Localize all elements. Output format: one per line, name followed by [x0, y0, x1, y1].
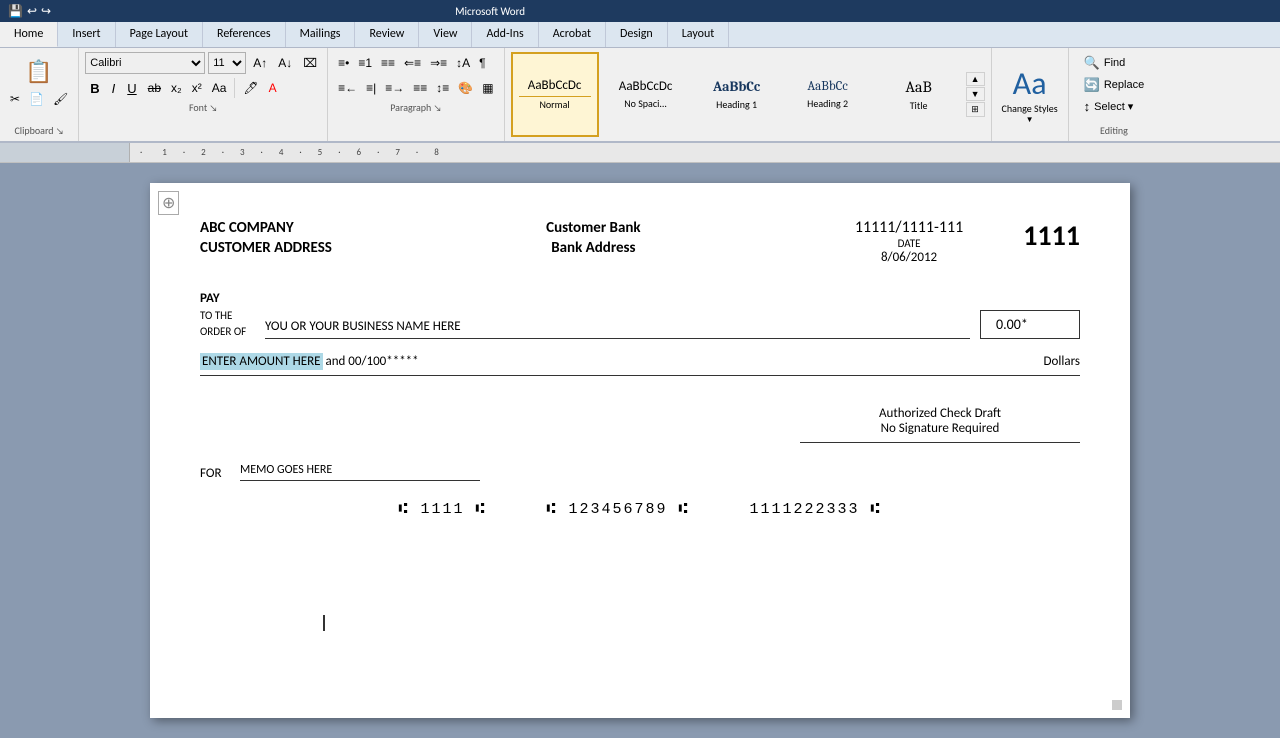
font-shrink-btn[interactable]: A↓: [274, 52, 296, 74]
dollars-label: Dollars: [1044, 354, 1080, 369]
text-cursor: [323, 615, 325, 631]
routing-number: 11111/1111-111: [855, 218, 963, 237]
for-label: FOR: [200, 466, 230, 481]
styles-down-btn[interactable]: ▼: [966, 87, 985, 101]
tab-design[interactable]: Design: [606, 22, 668, 47]
check-number: 1111: [1023, 218, 1080, 253]
tab-home[interactable]: Home: [0, 22, 58, 47]
align-left-btn[interactable]: ≡←: [334, 77, 361, 99]
decrease-indent-btn[interactable]: ⇐≡: [400, 52, 425, 74]
micr-line: ⑆ 1111 ⑆ ⑆ 123456789 ⑆ 1111222333 ⑆: [200, 501, 1080, 518]
micr-right: 1111222333 ⑆: [750, 501, 882, 518]
authorized-line1: Authorized Check Draft: [800, 406, 1080, 421]
memo-line[interactable]: MEMO GOES HERE: [240, 463, 480, 481]
styles-more-btn[interactable]: ⊞: [966, 102, 985, 117]
style-normal[interactable]: AaBbCcDc Normal: [511, 52, 599, 137]
superscript-btn[interactable]: x²: [188, 77, 206, 99]
style-heading1[interactable]: AaBbCc Heading 1: [693, 52, 781, 137]
replace-btn[interactable]: 🔄 Replace: [1077, 74, 1152, 96]
paragraph-group-label: Paragraph ↘: [334, 101, 497, 114]
font-size-select[interactable]: 11: [208, 52, 246, 74]
replace-icon: 🔄: [1084, 77, 1100, 93]
find-icon: 🔍: [1084, 55, 1100, 71]
micr-middle: ⑆ 123456789 ⑆: [546, 501, 689, 518]
payee-line[interactable]: YOU OR YOUR BUSINESS NAME HERE: [265, 319, 970, 339]
align-right-btn[interactable]: ≡→: [381, 77, 408, 99]
increase-indent-btn[interactable]: ⇒≡: [426, 52, 451, 74]
font-case-btn[interactable]: Aa: [208, 77, 231, 99]
check-document: ⊕ ABC COMPANY CUSTOMER ADDRESS Customer …: [150, 183, 1130, 718]
justify-btn[interactable]: ≡≡: [409, 77, 431, 99]
italic-btn[interactable]: I: [107, 77, 121, 99]
tab-acrobat[interactable]: Acrobat: [539, 22, 606, 47]
tab-review[interactable]: Review: [355, 22, 419, 47]
borders-btn[interactable]: ▦: [478, 77, 497, 99]
tab-addins[interactable]: Add-Ins: [472, 22, 538, 47]
ruler: · 1 · 2 · 3 · 4 · 5 · 6 · 7 · 8: [130, 147, 1280, 158]
bullet-list-btn[interactable]: ≡•: [334, 52, 353, 74]
style-no-spacing[interactable]: AaBbCcDc No Spaci...: [602, 52, 690, 137]
tab-references[interactable]: References: [203, 22, 286, 47]
clear-format-btn[interactable]: ⌧: [299, 52, 321, 74]
pay-label: PAY TO THE ORDER OF: [200, 290, 255, 339]
undo-icon[interactable]: ↩: [27, 4, 37, 19]
resize-handle[interactable]: [1112, 700, 1122, 710]
change-styles-icon: Aa: [1013, 64, 1047, 103]
change-styles-btn[interactable]: Aa Change Styles ▼: [992, 48, 1069, 141]
font-name-select[interactable]: Calibri: [85, 52, 205, 74]
show-marks-btn[interactable]: ¶: [475, 52, 489, 74]
clipboard-label: Clipboard ↘: [6, 124, 72, 137]
bank-name: Customer Bank: [546, 218, 640, 239]
paste-btn[interactable]: 📋: [6, 56, 72, 88]
tab-insert[interactable]: Insert: [58, 22, 115, 47]
amount-words[interactable]: ENTER AMOUNT HERE and 00/100*****: [200, 354, 1034, 369]
sort-btn[interactable]: ↕A: [452, 52, 474, 74]
change-styles-label: Change Styles: [1002, 103, 1058, 115]
move-handle[interactable]: ⊕: [158, 191, 179, 215]
bold-btn[interactable]: B: [85, 77, 104, 99]
find-btn[interactable]: 🔍 Find: [1077, 52, 1152, 74]
styles-up-btn[interactable]: ▲: [966, 72, 985, 86]
amount-box[interactable]: 0.00*: [980, 310, 1080, 339]
numbered-list-btn[interactable]: ≡1: [354, 52, 376, 74]
align-center-btn[interactable]: ≡|: [362, 77, 380, 99]
line-spacing-btn[interactable]: ↕≡: [432, 77, 453, 99]
font-grow-btn[interactable]: A↑: [249, 52, 271, 74]
tab-mailings[interactable]: Mailings: [286, 22, 356, 47]
clipboard-group: 📋 ✂ 📄 🖌: [6, 56, 72, 108]
font-color-btn[interactable]: A: [265, 77, 281, 99]
company-name: ABC COMPANY: [200, 218, 332, 239]
authorized-section: Authorized Check Draft No Signature Requ…: [800, 406, 1080, 443]
tab-layout[interactable]: Layout: [668, 22, 730, 47]
authorized-line2: No Signature Required: [800, 421, 1080, 436]
micr-left: ⑆ 1111 ⑆: [398, 501, 486, 518]
cut-btn[interactable]: ✂: [6, 90, 24, 108]
amount-rest: and 00/100*****: [323, 354, 419, 369]
date-value: 8/06/2012: [855, 250, 963, 265]
select-btn[interactable]: ↕ Select ▾: [1077, 96, 1152, 117]
amount-highlighted: ENTER AMOUNT HERE: [200, 353, 323, 370]
style-title[interactable]: AaB Title: [875, 52, 963, 137]
redo-icon[interactable]: ↪: [41, 4, 51, 19]
shading-btn[interactable]: 🎨: [454, 77, 477, 99]
date-label: DATE: [855, 237, 963, 250]
tab-page-layout[interactable]: Page Layout: [116, 22, 203, 47]
underline-btn[interactable]: U: [122, 77, 141, 99]
tab-view[interactable]: View: [419, 22, 472, 47]
copy-btn[interactable]: 📄: [25, 90, 48, 108]
title-bar-text: Microsoft Word: [455, 5, 525, 18]
subscript-btn[interactable]: x₂: [167, 77, 186, 99]
format-painter-btn[interactable]: 🖌: [49, 90, 72, 108]
select-icon: ↕: [1084, 99, 1091, 114]
highlight-btn[interactable]: 🖊: [239, 77, 262, 99]
save-icon[interactable]: 💾: [8, 4, 23, 19]
style-heading2[interactable]: AaBbCc Heading 2: [784, 52, 872, 137]
strikethrough-btn[interactable]: ab: [144, 77, 165, 99]
company-address: CUSTOMER ADDRESS: [200, 239, 332, 257]
multilevel-list-btn[interactable]: ≡≡: [377, 52, 399, 74]
bank-address: Bank Address: [546, 239, 640, 257]
font-group-label: Font ↘: [85, 101, 321, 114]
editing-group-label: Editing: [1077, 124, 1152, 137]
